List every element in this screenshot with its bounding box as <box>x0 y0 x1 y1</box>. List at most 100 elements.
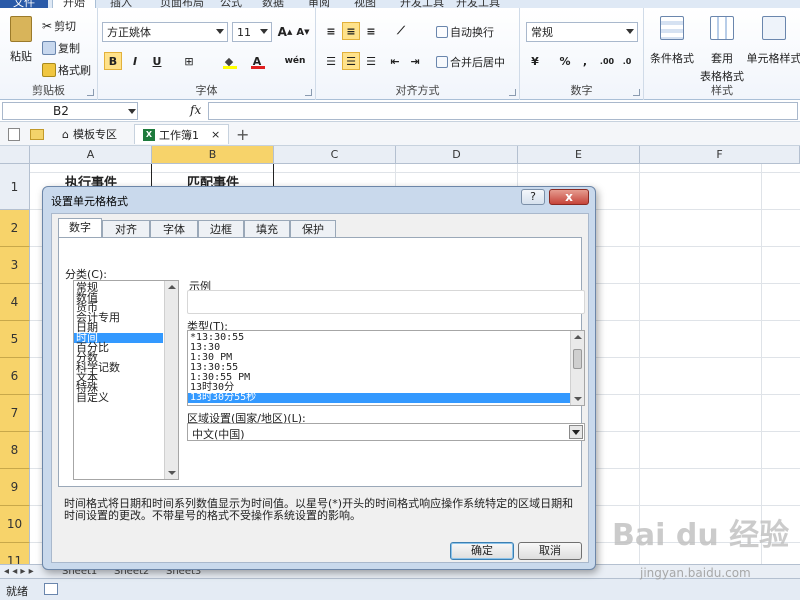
number-format-select[interactable]: 常规 <box>526 22 638 42</box>
percent-button[interactable]: % <box>556 52 574 70</box>
type-scrollbar[interactable] <box>570 331 584 405</box>
underline-button[interactable]: U <box>148 52 166 70</box>
row-header-3[interactable]: 3 <box>0 247 30 284</box>
close-icon[interactable]: × <box>211 128 220 141</box>
copy-button[interactable]: 复制 <box>42 40 80 56</box>
font-color-button[interactable]: A <box>248 52 266 70</box>
dropdown-button[interactable] <box>569 425 583 439</box>
font-size-select[interactable]: 11 <box>232 22 272 42</box>
chevron-down-icon[interactable] <box>128 109 136 114</box>
macro-record-icon[interactable] <box>44 583 58 595</box>
tab-insert[interactable]: 插入 <box>110 0 132 8</box>
row-header-1[interactable]: 1 <box>0 164 30 210</box>
locale-select[interactable]: 中文(中国) <box>187 423 585 441</box>
close-button[interactable]: x <box>549 189 589 205</box>
row-header-5[interactable]: 5 <box>0 321 30 358</box>
tab-number[interactable]: 数字 <box>58 218 102 238</box>
align-center-button[interactable]: ☰ <box>342 52 360 70</box>
tab-font[interactable]: 字体 <box>150 220 198 238</box>
accounting-format-button[interactable]: ¥ <box>526 52 544 70</box>
decrease-decimal-button[interactable]: .0 <box>618 52 636 70</box>
wrap-text-button[interactable]: 自动换行 <box>436 24 494 40</box>
cancel-button[interactable]: 取消 <box>518 542 582 560</box>
row-header-7[interactable]: 7 <box>0 395 30 432</box>
paste-button[interactable]: 粘贴 <box>6 16 36 64</box>
scroll-down-icon[interactable] <box>168 471 176 475</box>
cut-button[interactable]: ✂ 剪切 <box>42 18 76 34</box>
row-header-2[interactable]: 2 <box>0 210 30 247</box>
category-list[interactable]: 常规 数值 货币 会计专用 日期 时间 百分比 分数 科学记数 文本 特殊 自定… <box>73 280 179 480</box>
category-item[interactable]: 自定义 <box>76 392 109 403</box>
row-header-4[interactable]: 4 <box>0 284 30 321</box>
grow-font-button[interactable]: A ▲ <box>276 23 294 41</box>
column-header-e[interactable]: E <box>518 146 640 164</box>
font-launcher-icon[interactable] <box>305 89 312 96</box>
merge-center-button[interactable]: 合并后居中 <box>436 54 505 70</box>
align-right-button[interactable]: ☰ <box>362 52 380 70</box>
number-launcher-icon[interactable] <box>633 89 640 96</box>
align-left-button[interactable]: ☰ <box>322 52 340 70</box>
orientation-button[interactable]: ⟋ <box>392 22 410 40</box>
tab-template-zone[interactable]: ⌂ 模板专区 <box>54 124 125 144</box>
name-box[interactable]: B2 <box>2 102 138 120</box>
scroll-up-icon[interactable] <box>168 285 176 289</box>
align-bottom-button[interactable]: ≡ <box>362 22 380 40</box>
format-as-table-button[interactable]: 套用 表格格式 <box>698 16 746 84</box>
scroll-up-icon[interactable] <box>574 335 582 339</box>
align-top-button[interactable]: ≡ <box>322 22 340 40</box>
decrease-indent-button[interactable]: ⇤ <box>386 52 404 70</box>
new-tab-button[interactable]: + <box>236 125 249 144</box>
category-scrollbar[interactable] <box>164 281 178 479</box>
scroll-thumb[interactable] <box>573 349 582 369</box>
tab-border[interactable]: 边框 <box>198 220 244 238</box>
scroll-down-icon[interactable] <box>574 397 582 401</box>
font-name-select[interactable]: 方正姚体 <box>102 22 228 42</box>
select-all-corner[interactable] <box>0 146 30 164</box>
phonetic-button[interactable]: wén <box>285 52 306 70</box>
comma-button[interactable]: , <box>576 52 594 70</box>
fill-color-button[interactable]: ◆ <box>220 52 238 70</box>
sheet-nav-icon[interactable]: ◂ ◂ ▸ ▸ <box>4 566 34 577</box>
tab-page-layout[interactable]: 页面布局 <box>160 0 204 8</box>
row-header-10[interactable]: 10 <box>0 506 30 543</box>
format-painter-button[interactable]: 格式刷 <box>42 62 91 78</box>
tab-home[interactable]: 开始 <box>52 0 96 8</box>
tab-formulas[interactable]: 公式 <box>220 0 242 8</box>
increase-indent-button[interactable]: ⇥ <box>406 52 424 70</box>
italic-button[interactable]: I <box>126 52 144 70</box>
row-header-6[interactable]: 6 <box>0 358 30 395</box>
tab-view[interactable]: 视图 <box>354 0 376 8</box>
cell-styles-button[interactable]: 单元格样式 <box>747 16 800 66</box>
folder-icon[interactable] <box>30 129 44 140</box>
type-list[interactable]: *13:30:55 13:30 1:30 PM 13:30:55 1:30:55… <box>187 330 585 406</box>
borders-button[interactable]: ⊞ <box>180 52 198 70</box>
tab-fill[interactable]: 填充 <box>244 220 290 238</box>
ok-button[interactable]: 确定 <box>450 542 514 560</box>
tab-developer-2[interactable]: 开发工具 <box>456 0 500 8</box>
align-middle-button[interactable]: ≡ <box>342 22 360 40</box>
help-button[interactable]: ? <box>521 189 545 205</box>
bold-button[interactable]: B <box>104 52 122 70</box>
row-header-8[interactable]: 8 <box>0 432 30 469</box>
function-icon[interactable]: fx <box>190 103 201 117</box>
clipboard-launcher-icon[interactable] <box>87 89 94 96</box>
tab-developer[interactable]: 开发工具 <box>400 0 444 8</box>
conditional-format-button[interactable]: 条件格式 <box>648 16 696 66</box>
shrink-font-button[interactable]: A ▼ <box>294 23 312 41</box>
formula-input[interactable] <box>208 102 798 120</box>
type-item-selected[interactable]: 13时30分55秒 <box>188 393 570 403</box>
column-header-a[interactable]: A <box>30 146 152 164</box>
column-header-d[interactable]: D <box>396 146 518 164</box>
column-header-b[interactable]: B <box>152 146 274 164</box>
increase-decimal-button[interactable]: .00 <box>598 52 616 70</box>
tab-data[interactable]: 数据 <box>262 0 284 8</box>
tab-protection[interactable]: 保护 <box>290 220 336 238</box>
tab-alignment[interactable]: 对齐 <box>102 220 150 238</box>
alignment-launcher-icon[interactable] <box>509 89 516 96</box>
column-header-f[interactable]: F <box>640 146 800 164</box>
tab-review[interactable]: 审阅 <box>308 0 330 8</box>
column-header-c[interactable]: C <box>274 146 396 164</box>
new-document-icon[interactable] <box>8 128 20 141</box>
tab-workbook1[interactable]: X 工作簿1 × <box>134 124 230 144</box>
row-header-9[interactable]: 9 <box>0 469 30 506</box>
